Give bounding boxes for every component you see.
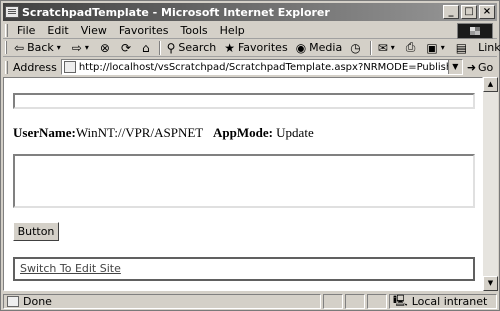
discuss-icon: ▤ (455, 40, 468, 55)
forward-arrow-icon: ⇨ (71, 40, 82, 55)
username-value: WinNT://VPR/ASPNET (75, 125, 204, 140)
stop-icon: ⊗ (99, 40, 110, 55)
window-title: ScratchpadTemplate - Microsoft Internet … (22, 5, 330, 19)
chevron-down-icon[interactable]: ▼ (447, 60, 462, 74)
status-bar: Done 🖳 Local intranet (3, 293, 497, 310)
print-button[interactable]: ⎙ (402, 40, 423, 55)
chevron-down-icon: ▾ (84, 43, 89, 52)
status-message: Done (3, 294, 321, 309)
maximize-button[interactable]: □ (461, 5, 477, 19)
page-content: UserName:WinNT://VPR/ASPNET AppMode: Upd… (3, 77, 483, 291)
go-label: Go (478, 60, 494, 74)
menu-file[interactable]: File (11, 24, 41, 37)
menu-tools[interactable]: Tools (175, 24, 214, 37)
go-button[interactable]: ➜ Go (467, 61, 493, 74)
back-label: Back (27, 41, 54, 54)
chevron-down-icon: ▾ (440, 43, 445, 52)
go-arrow-icon: ➜ (466, 60, 477, 74)
text-input[interactable] (13, 93, 475, 109)
username-label: UserName: (13, 125, 76, 140)
toolbar-separator (158, 40, 161, 55)
appmode-label: AppMode: (212, 125, 273, 140)
menu-edit[interactable]: Edit (41, 24, 74, 37)
forward-button[interactable]: ⇨ ▾ (68, 41, 96, 55)
status-cell (345, 294, 365, 309)
mail-icon: ✉ (377, 40, 388, 55)
chevron-down-icon: ▾ (390, 43, 395, 52)
switch-to-edit-site-link[interactable]: Switch To Edit Site (20, 262, 121, 275)
appmode-value: Update (276, 125, 314, 140)
history-icon: ◷ (350, 40, 361, 55)
menu-favorites[interactable]: Favorites (113, 24, 175, 37)
favorites-label: Favorites (237, 41, 288, 54)
search-icon: ⚲ (166, 40, 176, 55)
print-icon: ⎙ (405, 40, 416, 54)
edit-button[interactable]: ▣ ▾ (422, 41, 451, 55)
history-button[interactable]: ◷ (346, 41, 367, 55)
toolbar-grip[interactable] (5, 60, 8, 74)
refresh-button[interactable]: ⟳ (117, 41, 138, 55)
media-button[interactable]: ◉ Media (292, 41, 347, 55)
search-label: Search (178, 41, 217, 54)
browser-window: ScratchpadTemplate - Microsoft Internet … (0, 0, 500, 311)
page-button[interactable]: Button (13, 222, 59, 241)
scroll-up-icon[interactable]: ▲ (483, 77, 498, 92)
minimize-button[interactable]: _ (443, 5, 459, 19)
favorites-button[interactable]: ★ Favorites (220, 41, 291, 55)
address-url: http://localhost/vsScratchpad/Scratchpad… (78, 61, 462, 73)
switch-site-panel: Switch To Edit Site (13, 257, 475, 281)
refresh-icon: ⟳ (120, 40, 131, 55)
links-label: Links (478, 41, 500, 54)
textarea-field[interactable] (13, 154, 475, 208)
address-label: Address (13, 60, 57, 74)
favorites-icon: ★ (224, 40, 235, 55)
page-done-icon (7, 296, 19, 307)
scroll-down-icon[interactable]: ▼ (483, 276, 498, 291)
stop-button[interactable]: ⊗ (96, 41, 117, 55)
toolbar-grip[interactable] (5, 23, 8, 37)
address-bar: Address http://localhost/vsScratchpad/Sc… (3, 58, 497, 76)
discuss-button[interactable]: ▤ (452, 41, 474, 55)
status-cell (367, 294, 387, 309)
status-text: Done (23, 295, 52, 308)
back-arrow-icon: ⇦ (14, 40, 25, 55)
menu-bar: File Edit View Favorites Tools Help (3, 22, 497, 39)
back-button[interactable]: ⇦ Back ▾ (10, 41, 68, 55)
user-info-line: UserName:WinNT://VPR/ASPNET AppMode: Upd… (13, 125, 314, 141)
title-bar[interactable]: ScratchpadTemplate - Microsoft Internet … (3, 3, 497, 21)
home-button[interactable]: ⌂ (138, 41, 157, 55)
address-input[interactable]: http://localhost/vsScratchpad/Scratchpad… (60, 59, 463, 75)
vertical-scrollbar[interactable]: ▲ ▼ (483, 77, 498, 291)
status-cell (323, 294, 343, 309)
toolbar-grip[interactable] (5, 41, 7, 54)
intranet-icon: 🖳 (393, 294, 408, 307)
zone-text: Local intranet (411, 295, 488, 308)
menu-view[interactable]: View (75, 24, 113, 37)
media-label: Media (309, 41, 343, 54)
edit-icon: ▣ (426, 40, 438, 55)
standard-toolbar: ⇦ Back ▾ ⇨ ▾ ⊗ ⟳ ⌂ ⚲ Search ★ Favorites … (3, 39, 500, 57)
close-button[interactable]: × (479, 5, 495, 19)
windows-logo-icon (457, 23, 493, 39)
home-icon: ⌂ (142, 40, 150, 55)
links-button[interactable]: Links » (474, 41, 500, 54)
page-icon (63, 61, 76, 73)
media-icon: ◉ (295, 40, 307, 55)
menu-help[interactable]: Help (214, 24, 251, 37)
mail-button[interactable]: ✉ ▾ (374, 41, 402, 55)
security-zone: 🖳 Local intranet (389, 294, 497, 309)
chevron-down-icon: ▾ (56, 43, 61, 52)
toolbar-separator (369, 40, 372, 55)
search-button[interactable]: ⚲ Search (163, 41, 221, 55)
page-icon (5, 6, 19, 18)
